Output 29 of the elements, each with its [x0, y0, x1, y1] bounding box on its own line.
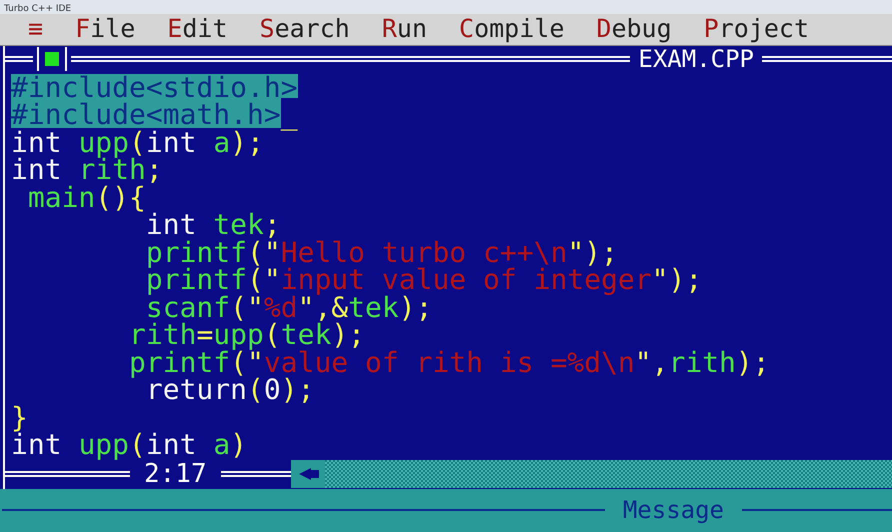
menu-item[interactable]: Search: [260, 14, 350, 44]
close-button[interactable]: [37, 46, 67, 70]
code-line: int upp(int a);: [11, 128, 264, 156]
menu-item[interactable]: File: [75, 14, 136, 44]
scroll-left-button[interactable]: [290, 460, 325, 488]
code-line: }: [11, 404, 28, 431]
close-square-icon: [45, 52, 59, 66]
editor-title: EXAM.CPP: [637, 46, 755, 72]
code-line: main(){: [26, 184, 146, 211]
menu-item[interactable]: ≡: [28, 14, 44, 44]
menu-item[interactable]: Edit: [167, 14, 228, 44]
code-line: printf("input value of integer");: [144, 266, 702, 294]
code-line: int tek;: [144, 211, 281, 238]
code-line: scanf("%d",&tek);: [146, 294, 432, 321]
menu-item[interactable]: Debug: [596, 14, 672, 44]
cursor-position: 2:17: [143, 460, 208, 488]
menu-item[interactable]: Compile: [459, 14, 564, 44]
code-line: return(0);: [146, 376, 314, 404]
left-arrow-icon: [296, 466, 319, 482]
code-line: int rith;: [11, 156, 163, 184]
code-line: int upp(int a): [11, 431, 248, 458]
code-line: printf("value of rith is =%d\n",rith);: [128, 348, 770, 376]
code-line: printf("Hello turbo c++\n");: [144, 238, 618, 266]
code-line: rith=upp(tek);: [128, 321, 366, 348]
menu-item[interactable]: Project: [704, 14, 810, 44]
message-title: Message: [622, 496, 725, 524]
window-title: Turbo C++ IDE: [4, 4, 72, 14]
menu-item[interactable]: Run: [382, 14, 427, 44]
double-border-line: [220, 470, 291, 476]
